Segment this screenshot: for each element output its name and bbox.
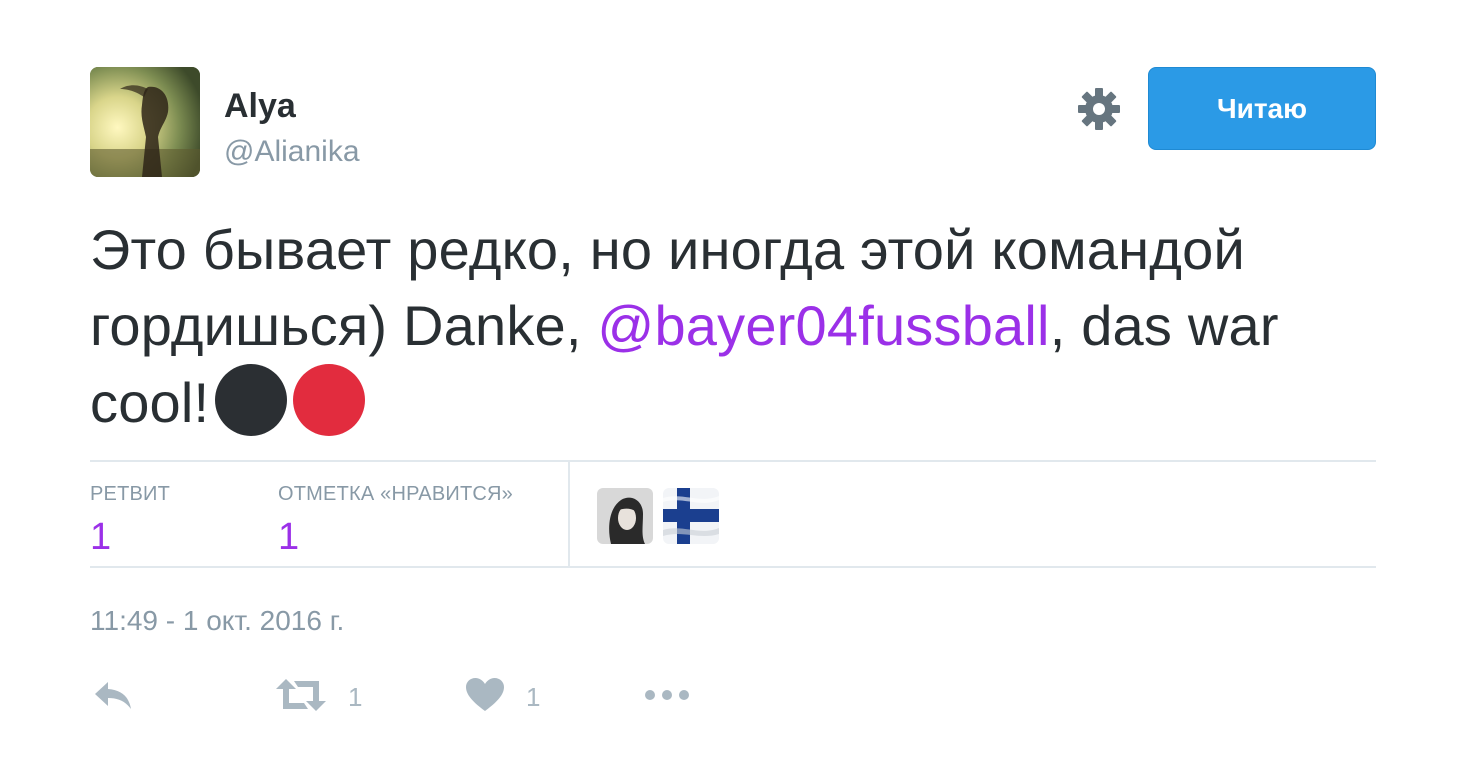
author-avatar[interactable] <box>90 67 200 177</box>
liker-avatar-flag[interactable] <box>663 488 719 544</box>
follow-button[interactable]: Читаю <box>1148 67 1376 150</box>
tweet-timestamp[interactable]: 11:49 - 1 окт. 2016 г. <box>90 604 344 638</box>
more-button[interactable] <box>644 672 690 722</box>
retweet-button[interactable]: 1 <box>276 672 362 722</box>
stats-divider <box>568 462 570 566</box>
gear-icon[interactable] <box>1076 86 1122 132</box>
author-handle[interactable]: @Alianika <box>224 134 360 170</box>
likes-label: ОТМЕТКА «НРАВИТСЯ» <box>278 483 513 505</box>
retweets-count: 1 <box>90 516 112 558</box>
likes-count: 1 <box>278 516 300 558</box>
mention-link[interactable]: @bayer04fussball <box>597 294 1049 357</box>
more-dots-icon <box>644 688 690 706</box>
tweet-stats: РЕТВИТ 1 ОТМЕТКА «НРАВИТСЯ» 1 <box>90 460 1376 568</box>
reply-icon <box>92 678 134 717</box>
red-circle-emoji <box>293 364 366 436</box>
like-count: 1 <box>526 681 541 712</box>
tweet-card: Alya @Alianika Читаю Это бывает редко, н… <box>0 0 1460 778</box>
retweets-stat[interactable]: РЕТВИТ 1 <box>90 482 170 560</box>
black-circle-emoji <box>215 364 288 436</box>
author-display-name[interactable]: Alya <box>224 86 296 126</box>
liker-avatar[interactable] <box>597 488 653 544</box>
retweets-label: РЕТВИТ <box>90 483 171 505</box>
reply-button[interactable] <box>92 672 134 722</box>
like-button[interactable]: 1 <box>466 672 540 722</box>
tweet-text: Это бывает редко, но иногда этой командо… <box>90 212 1390 441</box>
likes-stat[interactable]: ОТМЕТКА «НРАВИТСЯ» 1 <box>278 482 513 560</box>
retweet-count: 1 <box>348 681 363 712</box>
heart-icon <box>466 677 504 717</box>
retweet-icon <box>276 677 326 718</box>
